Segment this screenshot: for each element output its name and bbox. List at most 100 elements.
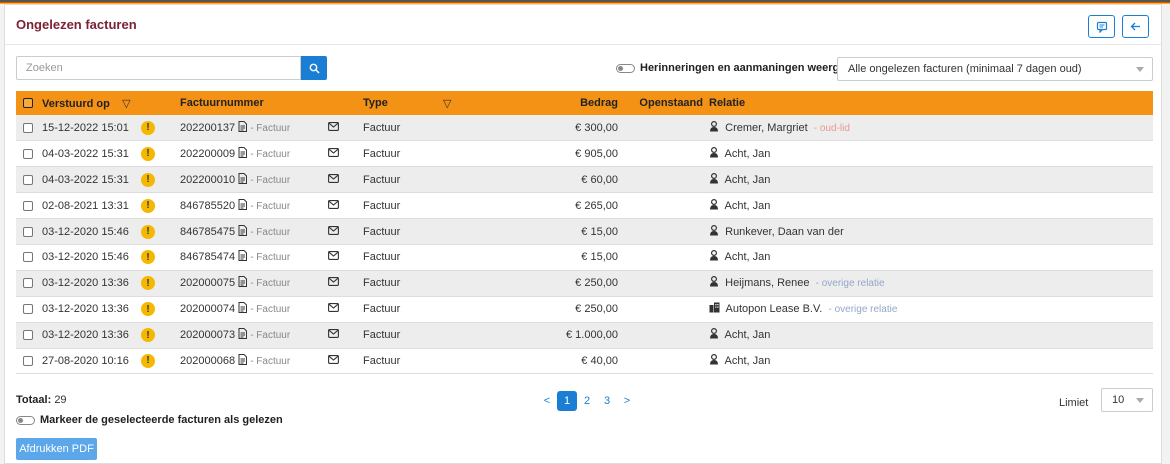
document-icon[interactable] xyxy=(238,146,248,161)
table-row[interactable]: 03-12-2020 15:46! 846785474 - Factuur Fact… xyxy=(16,244,1153,271)
cell-relation[interactable]: Acht, Jan xyxy=(725,329,771,341)
table-row[interactable]: 04-03-2022 15:31! 202200010 - Factuur Fact… xyxy=(16,166,1153,193)
filter-icon[interactable]: ▽ xyxy=(443,98,451,110)
cell-invoice-number[interactable]: 202000068 xyxy=(180,355,235,367)
col-factuurnummer[interactable]: Factuurnummer xyxy=(180,91,328,115)
row-checkbox[interactable] xyxy=(23,122,33,133)
row-checkbox[interactable] xyxy=(23,226,33,237)
document-icon[interactable] xyxy=(238,276,248,290)
search-input[interactable] xyxy=(16,56,301,80)
table-row[interactable]: 15-12-2022 15:01! 202200137 - Factuur Fact… xyxy=(16,115,1153,141)
col-openstaand[interactable]: Openstaand xyxy=(618,91,703,115)
filter-icon[interactable]: ▽ xyxy=(113,98,130,110)
comment-button[interactable] xyxy=(1088,15,1115,38)
next-page-button[interactable]: > xyxy=(617,391,637,411)
cell-relation[interactable]: Acht, Jan xyxy=(725,200,771,212)
cell-invoice-number[interactable]: 202200010 xyxy=(180,174,235,186)
cell-invoice-number[interactable]: 202000074 xyxy=(180,303,235,315)
col-relatie[interactable]: Relatie xyxy=(703,91,1153,115)
table-row[interactable]: 02-08-2021 13:31! 846785520 - Factuur Fact… xyxy=(16,193,1153,219)
mail-icon[interactable] xyxy=(328,355,339,367)
cell-relation[interactable]: Runkever, Daan van der xyxy=(725,225,844,237)
document-icon[interactable] xyxy=(238,120,248,135)
cell-relation[interactable]: Acht, Jan xyxy=(725,174,771,186)
page-1-button[interactable]: 1 xyxy=(557,391,577,411)
cell-invoice-number[interactable]: 846785475 xyxy=(180,225,235,237)
select-all-checkbox[interactable] xyxy=(23,98,33,109)
table-row[interactable]: 03-12-2020 15:46! 846785475 - Factuur Fact… xyxy=(16,218,1153,245)
row-checkbox[interactable] xyxy=(23,356,33,367)
mail-icon[interactable] xyxy=(328,329,339,341)
prev-page-button[interactable]: < xyxy=(537,391,557,411)
mark-read-toggle[interactable] xyxy=(16,415,35,425)
cell-invoice-number[interactable]: 846785520 xyxy=(180,200,235,212)
person-icon xyxy=(709,353,719,368)
warning-icon: ! xyxy=(141,172,155,187)
row-checkbox[interactable] xyxy=(23,174,33,185)
document-icon[interactable] xyxy=(238,224,248,239)
print-pdf-button[interactable]: Afdrukken PDF xyxy=(16,438,97,460)
cell-type: Factuur xyxy=(363,199,401,212)
row-checkbox[interactable] xyxy=(23,200,33,211)
row-checkbox[interactable] xyxy=(23,330,33,341)
page-2-button[interactable]: 2 xyxy=(577,391,597,411)
cell-invoice-number[interactable]: 846785474 xyxy=(180,251,235,263)
mail-icon[interactable] xyxy=(328,303,339,315)
row-checkbox[interactable] xyxy=(23,278,33,289)
cell-relation[interactable]: Acht, Jan xyxy=(725,355,771,367)
cell-invoice-number[interactable]: 202200137 xyxy=(180,122,235,134)
cell-invoice-sub: - Factuur xyxy=(250,174,291,186)
cell-outstanding xyxy=(618,348,703,374)
mail-icon[interactable] xyxy=(328,225,339,238)
warning-icon: ! xyxy=(141,146,155,161)
cell-invoice-number[interactable]: 202200009 xyxy=(180,148,235,160)
search-button[interactable] xyxy=(301,56,327,80)
back-button[interactable] xyxy=(1122,15,1149,38)
cell-invoice-number[interactable]: 202000073 xyxy=(180,329,235,341)
row-checkbox[interactable] xyxy=(23,148,33,159)
mail-icon[interactable] xyxy=(328,251,339,263)
table-row[interactable]: 04-03-2022 15:31! 202200009 - Factuur Fact… xyxy=(16,141,1153,167)
col-bedrag[interactable]: Bedrag xyxy=(563,91,618,115)
document-icon[interactable] xyxy=(238,328,248,342)
table-row[interactable]: 03-12-2020 13:36! 202000075 - Factuur Fact… xyxy=(16,270,1153,297)
cell-relation[interactable]: Cremer, Margriet xyxy=(725,122,808,134)
mail-icon[interactable] xyxy=(328,173,339,186)
person-icon xyxy=(709,328,719,342)
mail-icon[interactable] xyxy=(328,199,339,212)
row-checkbox[interactable] xyxy=(23,304,33,315)
cell-invoice-number[interactable]: 202000075 xyxy=(180,277,235,289)
cell-invoice-sub: - Factuur xyxy=(250,226,291,238)
mail-icon[interactable] xyxy=(328,121,339,134)
reminders-toggle[interactable] xyxy=(616,63,635,73)
cell-outstanding xyxy=(618,141,703,167)
cell-relation[interactable]: Acht, Jan xyxy=(725,251,771,263)
warning-icon: ! xyxy=(141,198,155,213)
cell-relation[interactable]: Autopon Lease B.V. xyxy=(726,303,823,315)
document-icon[interactable] xyxy=(238,198,248,213)
row-checkbox[interactable] xyxy=(23,252,33,263)
cell-invoice-sub: - Factuur xyxy=(250,252,291,264)
table-row[interactable]: 03-12-2020 13:36! 202000074 - Factuur Fact… xyxy=(16,296,1153,323)
cell-type: Factuur xyxy=(363,251,401,264)
cell-date: 15-12-2022 15:01 xyxy=(42,121,129,134)
cell-relation[interactable]: Heijmans, Renee xyxy=(725,277,809,289)
table-row[interactable]: 03-12-2020 13:36! 202000073 - Factuur Fact… xyxy=(16,322,1153,349)
cell-invoice-sub: - Factuur xyxy=(250,200,291,212)
document-icon[interactable] xyxy=(238,172,248,187)
table-row[interactable]: 27-08-2020 10:16! 202000068 - Factuur Fact… xyxy=(16,348,1153,374)
limit-select[interactable]: 10 xyxy=(1101,388,1153,412)
col-type[interactable]: Type xyxy=(363,91,443,115)
document-icon[interactable] xyxy=(238,302,248,316)
mail-icon[interactable] xyxy=(328,147,339,160)
person-icon xyxy=(709,172,719,187)
filter-select[interactable]: Alle ongelezen facturen (minimaal 7 dage… xyxy=(837,57,1153,81)
mail-icon[interactable] xyxy=(328,277,339,289)
document-icon[interactable] xyxy=(238,353,248,368)
cell-relation[interactable]: Acht, Jan xyxy=(725,148,771,160)
cell-amount: € 15,00 xyxy=(581,225,618,238)
document-icon[interactable] xyxy=(238,250,248,264)
cell-date: 03-12-2020 13:36 xyxy=(42,277,129,290)
page-3-button[interactable]: 3 xyxy=(597,391,617,411)
col-verstuurd-op[interactable]: Verstuurd op ▽ xyxy=(42,91,141,115)
